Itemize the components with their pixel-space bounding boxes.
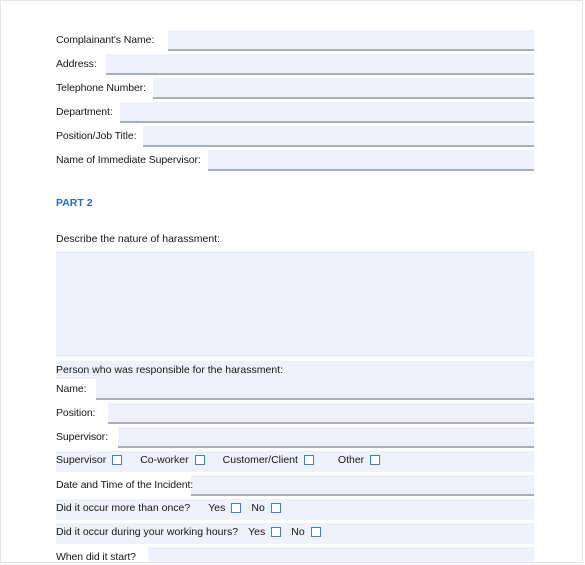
checkbox-label-supervisor: Supervisor	[56, 454, 107, 466]
field-row-position-job-title[interactable]: Position/Job Title:	[56, 126, 534, 147]
responsible-person-label: Person who was responsible for the haras…	[56, 364, 284, 376]
field-label-offender-supervisor: Supervisor:	[56, 431, 109, 443]
field-label-telephone-number: Telephone Number:	[56, 82, 146, 94]
form-page: Complainant's Name: Address: Telephone N…	[0, 0, 583, 563]
field-label-offender-position: Position:	[56, 407, 96, 419]
more-than-once-no-checkbox[interactable]	[270, 503, 281, 513]
during-working-hours-yes-checkbox[interactable]	[271, 527, 282, 537]
during-working-hours-no-checkbox[interactable]	[310, 527, 321, 537]
relationship-checkbox-row: Supervisor Co-worker Customer/Client Oth…	[56, 451, 534, 472]
part1-fields: Complainant's Name: Address: Telephone N…	[56, 30, 534, 171]
field-label-address: Address:	[56, 58, 97, 70]
field-label-when-did-it-start: When did it start?	[56, 551, 136, 563]
more-than-once-question: Did it occur more than once?	[56, 502, 191, 514]
checkbox-label-customer-client: Customer/Client	[222, 454, 298, 466]
field-label-department: Department:	[56, 106, 113, 118]
form-content: Complainant's Name: Address: Telephone N…	[56, 1, 534, 563]
field-row-when-did-it-start[interactable]: When did it start?	[56, 547, 534, 563]
during-working-hours-no-label: No	[291, 526, 305, 538]
field-row-offender-position[interactable]: Position:	[56, 403, 534, 424]
field-row-telephone-number[interactable]: Telephone Number:	[56, 78, 534, 99]
field-row-offender-name[interactable]: Name:	[56, 379, 534, 400]
more-than-once-no-label: No	[251, 502, 265, 514]
describe-harassment-textarea[interactable]	[56, 251, 534, 357]
field-row-incident-datetime[interactable]: Date and Time of the Incident:	[56, 475, 534, 496]
field-label-complainant-name: Complainant's Name:	[56, 34, 155, 46]
checkbox-label-other: Other	[337, 454, 365, 466]
during-working-hours-yes-label: Yes	[248, 526, 266, 538]
field-row-complainant-name[interactable]: Complainant's Name:	[56, 30, 534, 51]
field-label-offender-name: Name:	[56, 383, 87, 395]
part2-heading: PART 2	[56, 197, 93, 209]
during-working-hours-question: Did it occur during your working hours?	[56, 526, 239, 538]
more-than-once-yes-checkbox[interactable]	[231, 503, 242, 513]
field-label-position-job-title: Position/Job Title:	[56, 130, 137, 142]
checkbox-label-co-worker: Co-worker	[140, 454, 189, 466]
during-working-hours-row: Did it occur during your working hours? …	[56, 523, 534, 544]
responsible-person-label-row: Person who was responsible for the haras…	[56, 361, 534, 379]
field-label-immediate-supervisor: Name of Immediate Supervisor:	[56, 154, 201, 166]
field-row-department[interactable]: Department:	[56, 102, 534, 123]
checkbox-other[interactable]	[370, 455, 381, 465]
checkbox-customer-client[interactable]	[303, 455, 314, 465]
more-than-once-row: Did it occur more than once? Yes No	[56, 499, 534, 520]
describe-harassment-label: Describe the nature of harassment:	[56, 233, 221, 245]
field-label-incident-datetime: Date and Time of the Incident:	[56, 479, 194, 491]
field-row-immediate-supervisor[interactable]: Name of Immediate Supervisor:	[56, 150, 534, 171]
checkbox-co-worker[interactable]	[194, 455, 205, 465]
more-than-once-yes-label: Yes	[208, 502, 226, 514]
checkbox-supervisor[interactable]	[112, 455, 123, 465]
field-row-address[interactable]: Address:	[56, 54, 534, 75]
field-row-offender-supervisor[interactable]: Supervisor:	[56, 427, 534, 448]
